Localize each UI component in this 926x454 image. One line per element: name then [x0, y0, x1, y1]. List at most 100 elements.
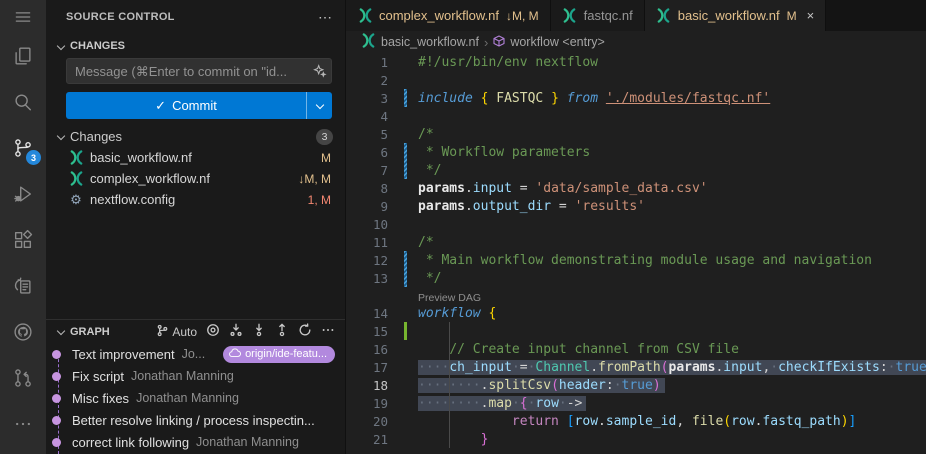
tab-complex_workflow.nf[interactable]: complex_workflow.nf↓M, M [346, 0, 551, 31]
pull-icon [252, 323, 266, 340]
auto-label: Auto [172, 325, 197, 339]
commit-history-list: Text improvementJo...origin/ide-featu...… [46, 343, 345, 454]
commit-row[interactable]: correct link followingJonathan Manning [46, 431, 345, 453]
changes-section-header[interactable]: CHANGES [46, 35, 345, 57]
pull-request-activity-item[interactable] [0, 355, 46, 401]
changed-file-row[interactable]: complex_workflow.nf↓M, M [46, 168, 345, 189]
refresh-button[interactable] [298, 323, 312, 340]
search-activity-item[interactable] [0, 79, 46, 125]
tab-basic_workflow.nf[interactable]: basic_workflow.nfM× [645, 0, 826, 31]
code-line[interactable]: 9params.output_dir = 'results' [346, 197, 926, 215]
changed-file-row[interactable]: ⚙nextflow.config1, M [46, 189, 345, 210]
breadcrumb-symbol[interactable]: workflow <entry> [493, 35, 604, 50]
code-line[interactable]: 11/* [346, 233, 926, 251]
breadcrumb-separator: › [484, 35, 488, 50]
explorer-activity-item[interactable] [0, 33, 46, 79]
branch-button[interactable]: Auto [156, 324, 197, 340]
code-text: params.input = 'data/sample_data.csv' [418, 181, 708, 196]
commit-row[interactable]: Fix scriptJonathan Manning [46, 365, 345, 387]
gutter [388, 340, 418, 358]
commit-button[interactable]: ✓ Commit [66, 92, 332, 119]
commit-message-input[interactable] [67, 64, 309, 79]
commit-row[interactable]: Text improvementJo...origin/ide-featu... [46, 343, 345, 365]
code-text: } [418, 432, 488, 447]
commit-row[interactable]: Better resolve linking / process inspect… [46, 409, 345, 431]
code-line[interactable]: 1#!/usr/bin/env nextflow [346, 53, 926, 71]
github-activity-item[interactable] [0, 309, 46, 355]
code-line[interactable]: 2 [346, 71, 926, 89]
sidebar-header: SOURCE CONTROL ⋯ [46, 0, 345, 34]
nextflow-icon [68, 150, 84, 166]
file-name: nextflow.config [90, 192, 175, 207]
target-icon [206, 323, 220, 340]
code-line[interactable]: 21 } [346, 430, 926, 448]
more-icon [321, 323, 335, 340]
line-number: 2 [346, 73, 388, 88]
extensions-activity-item[interactable] [0, 217, 46, 263]
modified-line-marker [404, 269, 407, 287]
more-button[interactable] [321, 323, 335, 340]
target-button[interactable] [206, 323, 220, 340]
code-line[interactable]: 14workflow { [346, 304, 926, 322]
tab-git-decoration: ↓M, M [506, 9, 539, 23]
code-text: // Create input channel from CSV file [418, 342, 739, 357]
chevron-down-icon [57, 327, 65, 335]
gutter [388, 71, 418, 89]
breadcrumb-file[interactable]: basic_workflow.nf [361, 33, 479, 51]
line-number: 15 [346, 324, 388, 339]
code-line[interactable]: 12 * Main workflow demonstrating module … [346, 251, 926, 269]
code-line[interactable]: 15 [346, 322, 926, 340]
sync-docs-activity-item[interactable] [0, 263, 46, 309]
code-line[interactable]: 13 */ [346, 269, 926, 287]
code-text: #!/usr/bin/env nextflow [418, 55, 598, 70]
code-line[interactable]: 8params.input = 'data/sample_data.csv' [346, 179, 926, 197]
changes-section-label: CHANGES [70, 40, 125, 52]
sidebar-more-actions-button[interactable]: ⋯ [318, 9, 333, 26]
push-button[interactable] [275, 323, 289, 340]
fetch-button[interactable] [229, 323, 243, 340]
branch-ref-badge[interactable]: origin/ide-featu... [223, 346, 335, 363]
gutter [388, 394, 418, 412]
changed-file-row[interactable]: basic_workflow.nfM [46, 147, 345, 168]
code-line[interactable]: 19········.map·{·row·-> [346, 394, 926, 412]
code-line[interactable]: 7 */ [346, 161, 926, 179]
branch-ref-label: origin/ide-featu... [245, 348, 327, 360]
pull-button[interactable] [252, 323, 266, 340]
source-control-activity-item[interactable]: 3 [0, 125, 46, 171]
code-line[interactable]: 17····ch_input·=·Channel.fromPath(params… [346, 358, 926, 376]
menu-activity-item[interactable] [0, 0, 46, 33]
code-editor[interactable]: 1#!/usr/bin/env nextflow 23include { FAST… [346, 53, 926, 454]
commit-author: Jonathan Manning [136, 391, 239, 405]
file-name: complex_workflow.nf [90, 171, 210, 186]
codelens-preview-dag[interactable]: Preview DAG [346, 287, 926, 304]
code-text: /* [418, 127, 434, 142]
close-icon[interactable]: × [807, 9, 815, 22]
code-line[interactable]: 6 * Workflow parameters [346, 143, 926, 161]
sidebar-title: SOURCE CONTROL [66, 11, 175, 23]
code-line[interactable]: 16 // Create input channel from CSV file [346, 340, 926, 358]
search-icon [12, 91, 34, 113]
code-line[interactable]: 18········.splitCsv(header:·true) [346, 376, 926, 394]
changes-group-row[interactable]: Changes 3 [46, 126, 345, 147]
code-line[interactable]: 10 [346, 215, 926, 233]
breadcrumb-file-label: basic_workflow.nf [381, 35, 479, 49]
gear-icon: ⚙ [68, 192, 84, 208]
line-number: 16 [346, 342, 388, 357]
code-text: return [row.sample_id, file(row.fastq_pa… [418, 414, 856, 429]
graph-header[interactable]: GRAPH Auto [46, 320, 345, 343]
commit-dropdown-button[interactable] [306, 92, 332, 119]
line-number: 14 [346, 306, 388, 321]
more-views-activity-item[interactable] [0, 401, 46, 447]
code-line[interactable]: 4 [346, 107, 926, 125]
modified-line-marker [404, 251, 407, 269]
copilot-sparkle-icon[interactable] [309, 64, 331, 78]
tab-fastqc.nf[interactable]: fastqc.nf [551, 0, 645, 31]
commit-row[interactable]: Misc fixesJonathan Manning [46, 387, 345, 409]
run-debug-activity-item[interactable] [0, 171, 46, 217]
code-text: * Main workflow demonstrating module usa… [418, 253, 872, 268]
code-text: ········.splitCsv(header:·true) [418, 378, 661, 393]
code-line[interactable]: 3include { FASTQC } from './modules/fast… [346, 89, 926, 107]
code-line[interactable]: 5/* [346, 125, 926, 143]
code-line[interactable]: 20 return [row.sample_id, file(row.fastq… [346, 412, 926, 430]
code-text: */ [418, 163, 441, 178]
